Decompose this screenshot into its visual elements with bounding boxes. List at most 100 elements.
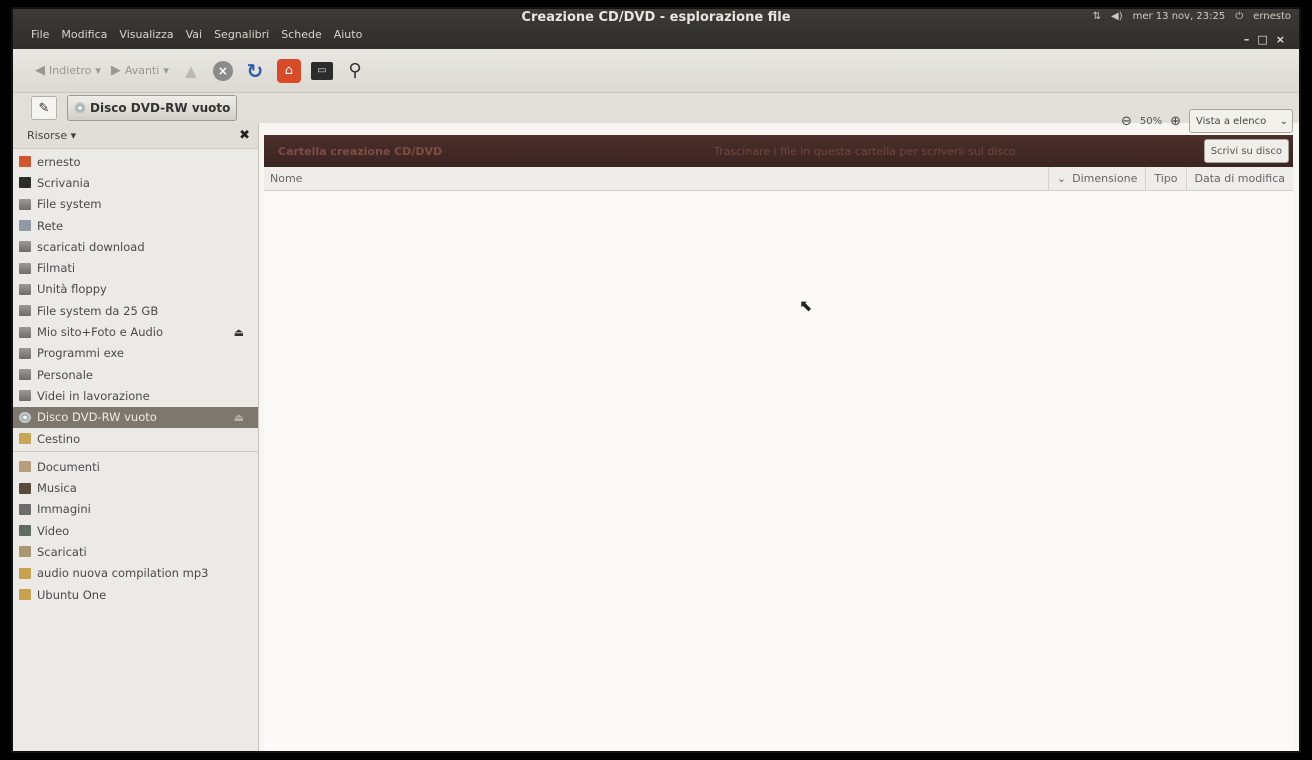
sidebar-item-filmati[interactable]: Filmati bbox=[13, 257, 258, 278]
file-list-area[interactable]: ⬉ bbox=[264, 191, 1293, 751]
sidebar-item-immagini[interactable]: Immagini bbox=[13, 499, 258, 520]
music-folder-icon bbox=[19, 482, 31, 494]
menu-visualizza[interactable]: Visualizza bbox=[119, 28, 173, 41]
forward-label: Avanti bbox=[124, 64, 160, 77]
sidebar-item-file-system[interactable]: File system bbox=[13, 194, 258, 215]
column-header-row: Nome ⌄ Dimensione Tipo Data di modifica bbox=[264, 167, 1293, 191]
sidebar-item-disco-dvd[interactable]: Disco DVD-RW vuoto ⏏ bbox=[13, 406, 258, 428]
path-button-disc[interactable]: Disco DVD-RW vuoto bbox=[67, 95, 238, 121]
pictures-folder-icon bbox=[19, 503, 31, 515]
sidebar-item-label: File system bbox=[37, 197, 102, 212]
system-tray: ⇅ ◀) mer 13 nov, 23:25 ⏻ ernesto bbox=[1093, 11, 1291, 22]
close-button[interactable]: × bbox=[1276, 33, 1285, 46]
search-icon[interactable]: ⚲ bbox=[343, 59, 367, 83]
view-mode-label: Vista a elenco bbox=[1196, 115, 1267, 127]
toolbar: ◀ Indietro ▾ ▶ Avanti ▾ ▲ × ↻ ⌂ ▭ ⚲ bbox=[13, 49, 1299, 93]
zoom-in-icon[interactable]: ⊕ bbox=[1170, 114, 1181, 129]
sidebar-item-audio-compilation[interactable]: audio nuova compilation mp3 bbox=[13, 563, 258, 584]
back-button[interactable]: ◀ Indietro ▾ bbox=[35, 63, 101, 78]
sidebar-item-documenti[interactable]: Documenti bbox=[13, 456, 258, 477]
menu-vai[interactable]: Vai bbox=[186, 28, 202, 41]
sidebar-item-label: Immagini bbox=[37, 502, 91, 517]
eject-icon[interactable]: ⏏ bbox=[234, 326, 244, 339]
sidebar-item-videi[interactable]: Videi in lavorazione bbox=[13, 385, 258, 406]
home-folder-icon bbox=[19, 156, 31, 168]
forward-button[interactable]: ▶ Avanti ▾ bbox=[111, 63, 169, 78]
sidebar-item-ernesto[interactable]: ernesto bbox=[13, 151, 258, 172]
sidebar-header[interactable]: Risorse ▾ ✖ bbox=[13, 123, 258, 149]
column-size-label: Dimensione bbox=[1072, 172, 1138, 185]
window-controls: – □ × bbox=[1244, 33, 1285, 46]
drive-icon bbox=[19, 262, 31, 274]
zoom-level: 50% bbox=[1139, 115, 1163, 127]
main-pane: ⊖ 50% ⊕ Vista a elenco ⌄ Cartella creazi… bbox=[260, 109, 1299, 751]
menu-modifica[interactable]: Modifica bbox=[61, 28, 107, 41]
drive-icon bbox=[19, 241, 31, 253]
menu-bar: File Modifica Visualizza Vai Segnalibri … bbox=[31, 28, 362, 41]
menu-schede[interactable]: Schede bbox=[281, 28, 322, 41]
minimize-button[interactable]: – bbox=[1244, 33, 1250, 46]
sidebar-item-scaricati-download[interactable]: scaricati download bbox=[13, 236, 258, 257]
power-icon[interactable]: ⏻ bbox=[1235, 11, 1243, 22]
user-name[interactable]: ernesto bbox=[1253, 11, 1291, 22]
drive-icon bbox=[19, 305, 31, 317]
sidebar-item-label: Personale bbox=[37, 367, 93, 382]
location-bar: ✎ Disco DVD-RW vuoto bbox=[13, 93, 1299, 123]
drive-icon bbox=[19, 369, 31, 381]
sidebar-item-file-system-25gb[interactable]: File system da 25 GB bbox=[13, 300, 258, 321]
maximize-button[interactable]: □ bbox=[1257, 33, 1267, 46]
sidebar-item-programmi-exe[interactable]: Programmi exe bbox=[13, 343, 258, 364]
chevron-down-icon: ▾ bbox=[67, 129, 77, 142]
sidebar-item-video[interactable]: Video bbox=[13, 520, 258, 541]
folder-icon bbox=[19, 589, 31, 601]
documents-folder-icon bbox=[19, 461, 31, 473]
sidebar-item-scrivania[interactable]: Scrivania bbox=[13, 172, 258, 193]
menu-file[interactable]: File bbox=[31, 28, 49, 41]
sidebar-item-scaricati[interactable]: Scaricati bbox=[13, 541, 258, 562]
column-size[interactable]: ⌄ Dimensione bbox=[1047, 167, 1145, 190]
home-icon[interactable]: ⌂ bbox=[276, 58, 301, 83]
clock[interactable]: mer 13 nov, 23:25 bbox=[1133, 11, 1226, 22]
column-type[interactable]: Tipo bbox=[1145, 167, 1185, 190]
sidebar-title: Risorse bbox=[27, 129, 68, 142]
menu-aiuto[interactable]: Aiuto bbox=[334, 28, 363, 41]
up-arrow-icon[interactable]: ▲ bbox=[179, 59, 203, 83]
places-list: ernesto Scrivania File system Rete scari… bbox=[13, 149, 258, 449]
back-label: Indietro bbox=[49, 64, 92, 77]
reload-icon[interactable]: ↻ bbox=[243, 59, 267, 83]
network-icon bbox=[19, 220, 31, 232]
sidebar-item-floppy[interactable]: Unità floppy bbox=[13, 279, 258, 300]
view-mode-select[interactable]: Vista a elenco ⌄ bbox=[1189, 109, 1293, 133]
column-name[interactable]: Nome bbox=[264, 172, 1048, 185]
computer-icon[interactable]: ▭ bbox=[310, 61, 333, 80]
burn-infobar: Cartella creazione CD/DVD Trascinare i f… bbox=[264, 135, 1293, 167]
chevron-down-icon: ▾ bbox=[163, 64, 169, 77]
sidebar-item-label: Scaricati bbox=[37, 544, 87, 559]
zoom-controls: ⊖ 50% ⊕ Vista a elenco ⌄ bbox=[1121, 107, 1293, 135]
sidebar-item-label: Documenti bbox=[37, 459, 100, 474]
column-modified[interactable]: Data di modifica bbox=[1185, 167, 1294, 190]
sidebar-item-musica[interactable]: Musica bbox=[13, 477, 258, 498]
sidebar-divider bbox=[13, 451, 258, 453]
folder-icon bbox=[19, 567, 31, 579]
menu-segnalibri[interactable]: Segnalibri bbox=[214, 28, 269, 41]
zoom-out-icon[interactable]: ⊖ bbox=[1121, 114, 1132, 129]
sidebar-item-ubuntu-one[interactable]: Ubuntu One bbox=[13, 584, 258, 605]
network-icon[interactable]: ⇅ bbox=[1093, 11, 1101, 22]
sidebar: Risorse ▾ ✖ ernesto Scrivania File syste… bbox=[13, 123, 259, 751]
sidebar-item-mio-sito[interactable]: Mio sito+Foto e Audio ⏏ bbox=[13, 321, 258, 342]
edit-location-button[interactable]: ✎ bbox=[31, 96, 57, 120]
sidebar-item-label: ernesto bbox=[37, 154, 81, 169]
sidebar-item-cestino[interactable]: Cestino bbox=[13, 428, 258, 449]
close-sidebar-icon[interactable]: ✖ bbox=[239, 128, 250, 143]
sidebar-item-label: Ubuntu One bbox=[37, 587, 107, 602]
volume-icon[interactable]: ◀) bbox=[1111, 11, 1123, 22]
sidebar-item-rete[interactable]: Rete bbox=[13, 215, 258, 236]
sidebar-item-personale[interactable]: Personale bbox=[13, 364, 258, 385]
sidebar-item-label: Filmati bbox=[37, 261, 76, 276]
mouse-pointer-icon: ⬉ bbox=[799, 296, 813, 315]
eject-icon[interactable]: ⏏ bbox=[234, 411, 244, 424]
burn-to-disc-button[interactable]: Scrivi su disco bbox=[1203, 139, 1289, 163]
sidebar-item-label: Videi in lavorazione bbox=[37, 388, 150, 403]
stop-icon[interactable]: × bbox=[212, 60, 233, 81]
